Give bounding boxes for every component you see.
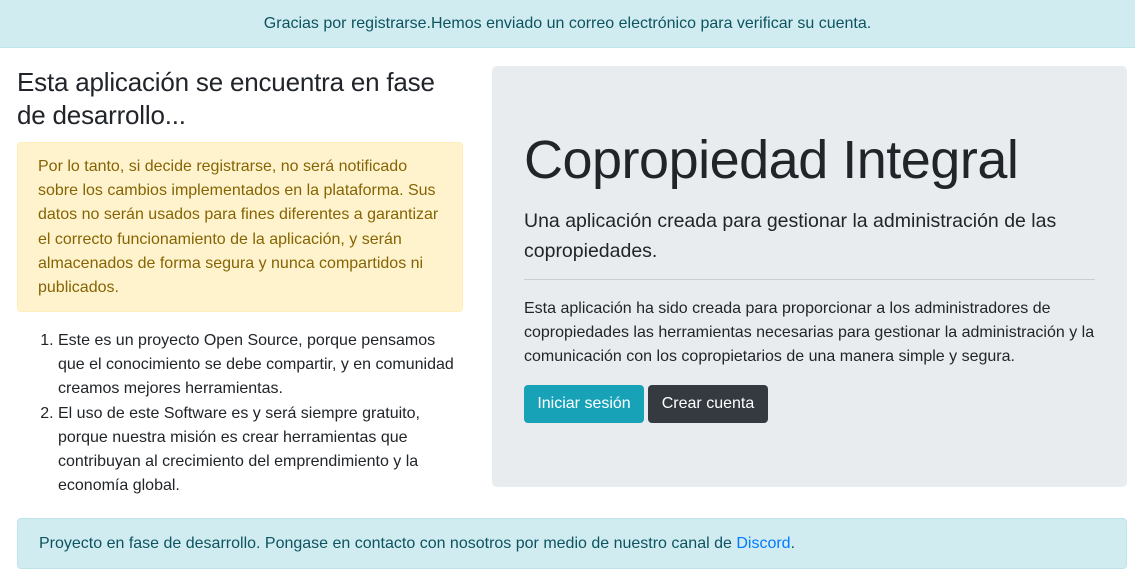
hero-panel: Copropiedad Integral Una aplicación crea… [492, 66, 1127, 487]
development-notice-column: Esta aplicación se encuentra en fase de … [17, 66, 463, 498]
hero-actions: Iniciar sesión Crear cuenta [524, 385, 768, 423]
project-principles-list: Este es un proyecto Open Source, porque … [17, 329, 457, 498]
development-notice-title: Esta aplicación se encuentra en fase de … [17, 67, 435, 130]
discord-link[interactable]: Discord [736, 535, 790, 553]
list-item: El uso de este Software es y será siempr… [58, 402, 457, 499]
list-item: Este es un proyecto Open Source, porque … [58, 329, 457, 402]
app-lead-text: Una aplicación creada para gestionar la … [524, 210, 1057, 262]
privacy-warning-box: Por lo tanto, si decide registrarse, no … [17, 142, 463, 312]
hero-divider [524, 279, 1095, 280]
registration-success-text: Gracias por registrarse.Hemos enviado un… [263, 14, 872, 32]
contact-suffix: . [790, 534, 796, 552]
app-description: Esta aplicación ha sido creada para prop… [524, 300, 1095, 366]
app-title: Copropiedad Integral [524, 130, 1019, 190]
registration-success-alert: Gracias por registrarse.Hemos enviado un… [0, 0, 1135, 48]
privacy-warning-text: Por lo tanto, si decide registrarse, no … [38, 158, 439, 297]
login-button[interactable]: Iniciar sesión [524, 385, 644, 423]
development-contact-alert: Proyecto en fase de desarrollo. Pongase … [17, 518, 1127, 569]
create-account-button[interactable]: Crear cuenta [648, 385, 768, 423]
contact-text: Proyecto en fase de desarrollo. Pongase … [39, 534, 732, 552]
